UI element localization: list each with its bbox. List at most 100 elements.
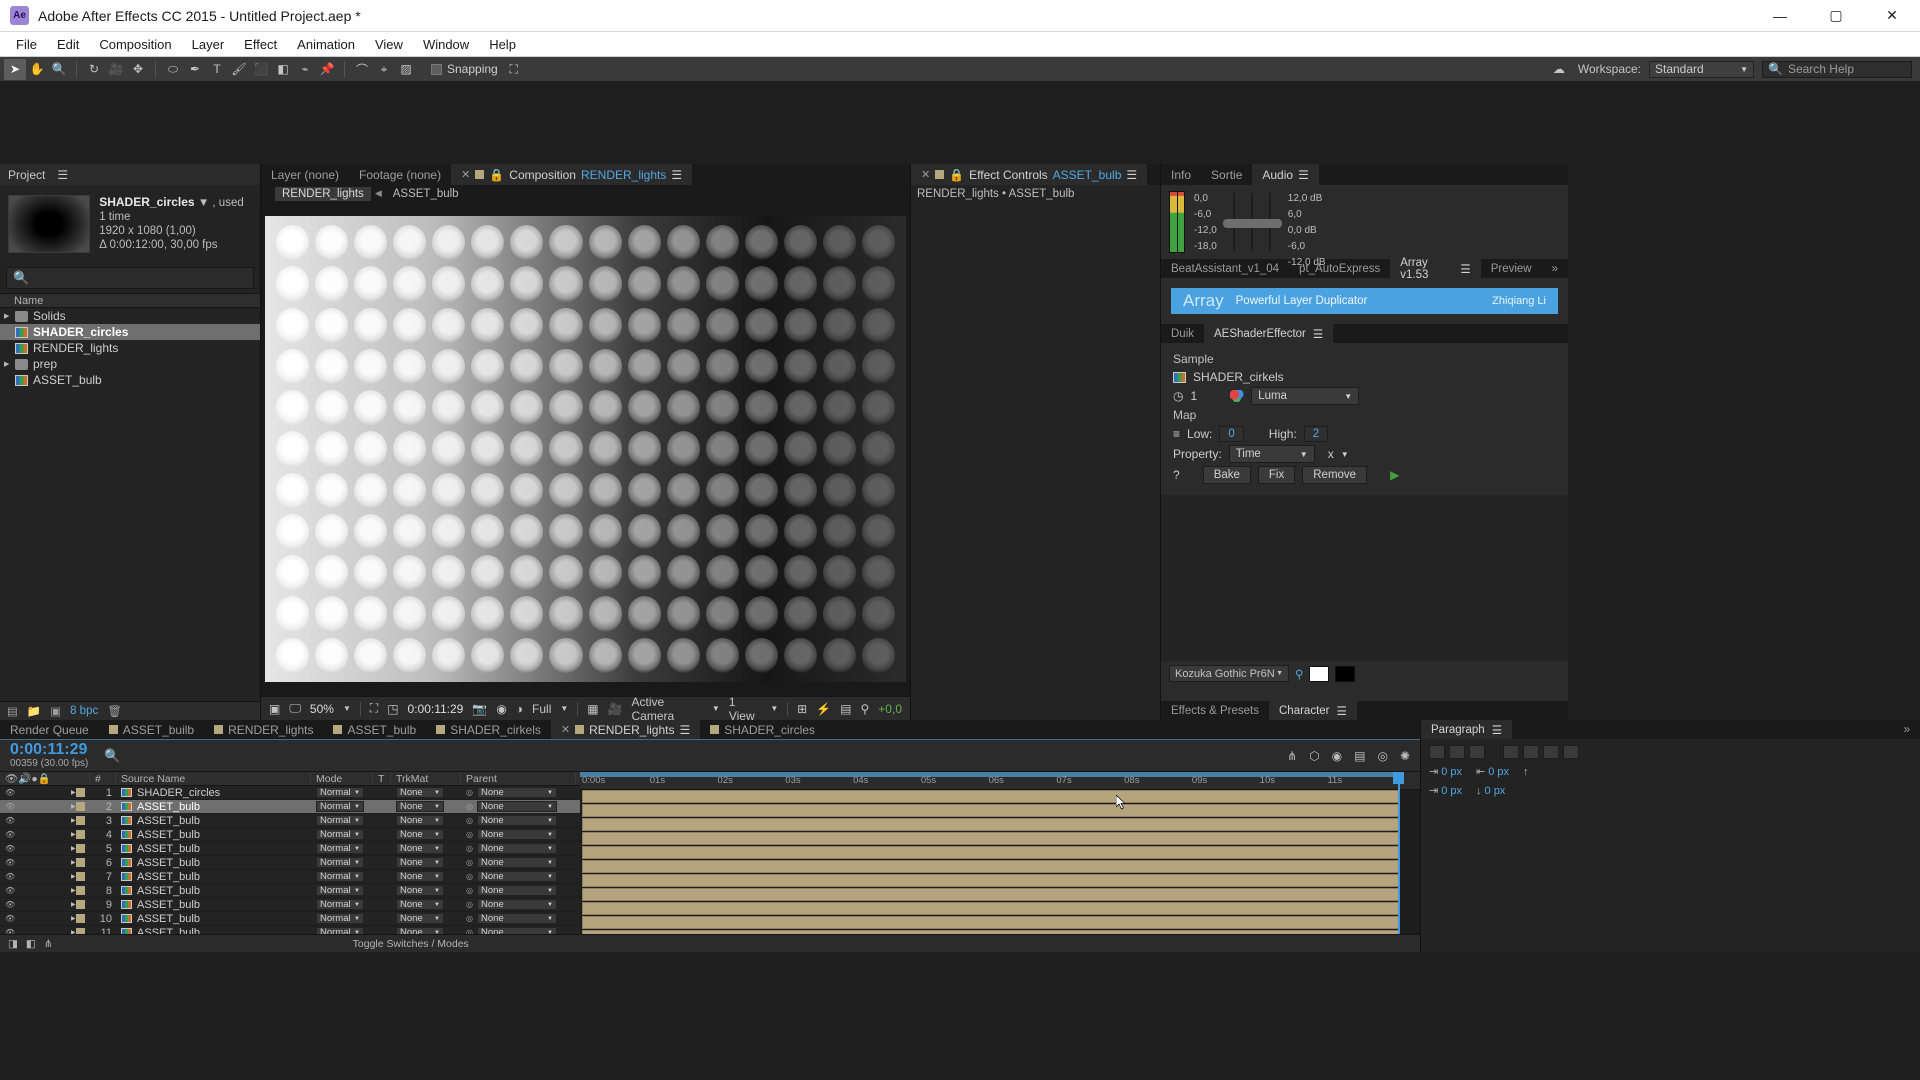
label-color-swatch[interactable]	[75, 900, 85, 909]
pen-tool-icon[interactable]: ✒	[184, 59, 206, 80]
property-select[interactable]: Time ▼	[1228, 445, 1315, 463]
mask-feather-icon[interactable]: ⌒	[351, 59, 373, 80]
layer-mode[interactable]: Normal ▼	[316, 801, 364, 812]
timeline-layer-bar[interactable]	[582, 832, 1400, 845]
puppet-pin-tool-icon[interactable]: 📌	[316, 59, 338, 80]
timeline-layer-bar[interactable]	[582, 902, 1400, 915]
layer-trkmat[interactable]: None ▼	[396, 829, 444, 840]
frame-blend-icon[interactable]: ▤	[1354, 749, 1365, 763]
layer-mode[interactable]: Normal ▼	[316, 815, 364, 826]
expand-triangle-icon[interactable]: ▶	[4, 360, 15, 368]
fast-preview-icon[interactable]: ⚡	[816, 702, 831, 716]
panel-menu-icon[interactable]: ☰	[679, 723, 690, 737]
lock-icon[interactable]: 🔒	[38, 772, 51, 785]
project-item-shader-circles[interactable]: SHADER_circles	[0, 324, 260, 340]
project-item-prep[interactable]: ▶ prep	[0, 356, 260, 372]
label-color-swatch[interactable]	[75, 830, 85, 839]
stroke-color-swatch[interactable]	[1335, 665, 1356, 682]
snapping-toggle[interactable]: Snapping ⛶	[431, 59, 525, 80]
bit-depth-label[interactable]: 8 bpc	[70, 705, 98, 717]
layer-trkmat[interactable]: None ▼	[396, 801, 444, 812]
zoom-tool-icon[interactable]: 🔍	[48, 59, 70, 80]
timeline-tab-shader-circles[interactable]: SHADER_circles	[700, 720, 825, 739]
chevron-down-icon[interactable]: ▼	[770, 704, 778, 713]
delete-icon[interactable]: 🗑	[107, 704, 122, 718]
justify-last-left-icon[interactable]	[1503, 745, 1519, 759]
tab-sortie[interactable]: Sortie	[1201, 164, 1253, 185]
tab-aeshadereffector[interactable]: AEShaderEffector ☰	[1204, 324, 1334, 343]
exposure-value[interactable]: +0,0	[878, 702, 902, 716]
channel-select[interactable]: Luma ▼	[1251, 387, 1360, 405]
pickwhip-icon[interactable]: ◎	[466, 788, 473, 797]
column-parent[interactable]: Parent	[461, 772, 576, 785]
column-number[interactable]: #	[90, 772, 116, 785]
camera-tool-icon[interactable]: 🎥	[105, 59, 127, 80]
selection-tool-icon[interactable]: ➤	[4, 58, 26, 80]
layer-parent[interactable]: None ▼	[476, 829, 557, 840]
tab-character[interactable]: Character ☰	[1269, 701, 1357, 720]
audio-icon[interactable]: 🔊	[18, 772, 31, 785]
tab-effects-presets[interactable]: Effects & Presets	[1161, 701, 1269, 720]
layer-trkmat[interactable]: None ▼	[396, 787, 444, 798]
project-item-solids[interactable]: ▶ Solids	[0, 308, 260, 324]
pickwhip-icon[interactable]: ◎	[466, 900, 473, 909]
layer-mode[interactable]: Normal ▼	[316, 885, 364, 896]
fix-button[interactable]: Fix	[1257, 466, 1296, 484]
timeline-layer-bar[interactable]	[582, 860, 1400, 873]
justify-last-right-icon[interactable]	[1543, 745, 1559, 759]
grid-icon[interactable]: ▨	[395, 59, 417, 80]
new-folder-icon[interactable]: 📁	[27, 704, 41, 718]
transparency-grid-icon[interactable]: ◳	[387, 702, 398, 716]
column-trkmat[interactable]: TrkMat	[391, 772, 461, 785]
comp-switch-icon[interactable]: ◧	[26, 938, 36, 950]
column-source-name[interactable]: Source Name	[116, 772, 311, 785]
brainstorm-icon[interactable]: ✺	[1400, 749, 1410, 763]
chevron-down-icon[interactable]: ▼	[712, 704, 720, 713]
eye-icon[interactable]: 👁	[5, 802, 19, 811]
layer-parent[interactable]: None ▼	[476, 843, 557, 854]
chevron-down-icon[interactable]: ▼	[560, 704, 568, 713]
audio-slider-left[interactable]	[1222, 193, 1246, 251]
comp-flowchart-icon[interactable]: ⚲	[861, 702, 870, 716]
minimize-button[interactable]: —	[1752, 0, 1808, 31]
eye-icon[interactable]: 👁	[5, 886, 19, 895]
pickwhip-icon[interactable]: ◎	[466, 858, 473, 867]
bake-button[interactable]: Bake	[1202, 466, 1251, 484]
play-icon[interactable]: ▶	[1390, 468, 1399, 482]
sample-index-value[interactable]: 1	[1190, 389, 1197, 403]
anchor-icon[interactable]: ⌖	[373, 59, 395, 80]
close-icon[interactable]: ✕	[461, 168, 470, 181]
tab-ptautoexpress[interactable]: pt_AutoExpress	[1289, 259, 1390, 278]
layer-trkmat[interactable]: None ▼	[396, 843, 444, 854]
remove-button[interactable]: Remove	[1302, 466, 1368, 484]
column-t[interactable]: T	[373, 772, 391, 785]
label-color-swatch[interactable]	[75, 802, 85, 811]
layer-label-color[interactable]: ▶	[62, 828, 90, 841]
monitor-icon[interactable]: 🖵	[289, 701, 301, 716]
layer-parent[interactable]: None ▼	[476, 913, 557, 924]
pickwhip-icon[interactable]: ◎	[466, 816, 473, 825]
graph-icon[interactable]: ⋔	[44, 938, 53, 950]
pan-behind-tool-icon[interactable]: ✥	[127, 59, 149, 80]
new-comp-icon[interactable]: ▤	[7, 704, 18, 718]
pickwhip-icon[interactable]: ◎	[466, 886, 473, 895]
expand-icon[interactable]: ◨	[8, 938, 18, 950]
lock-icon[interactable]: 🔒	[489, 168, 504, 182]
layer-parent[interactable]: None ▼	[476, 885, 557, 896]
align-right-icon[interactable]	[1469, 745, 1485, 759]
justify-last-center-icon[interactable]	[1523, 745, 1539, 759]
timeline-tab-render-queue[interactable]: Render Queue	[0, 720, 99, 739]
eye-icon[interactable]: 👁	[5, 858, 19, 867]
audio-slider-right[interactable]	[1258, 193, 1282, 251]
brush-tool-icon[interactable]: 🖌	[228, 59, 250, 80]
panel-menu-icon[interactable]: ☰	[1126, 168, 1137, 182]
eye-icon[interactable]: 👁	[5, 900, 19, 909]
align-center-icon[interactable]	[1449, 745, 1465, 759]
expand-triangle-icon[interactable]: ▶	[4, 312, 15, 320]
layer-label-color[interactable]: ▶	[62, 800, 90, 813]
pickwhip-icon[interactable]: ◎	[466, 844, 473, 853]
close-button[interactable]: ✕	[1864, 0, 1920, 31]
panel-menu-icon[interactable]: ☰	[1313, 327, 1323, 341]
layer-parent[interactable]: None ▼	[476, 801, 557, 812]
indent-right-field[interactable]: ⇤ 0 px	[1476, 765, 1509, 779]
